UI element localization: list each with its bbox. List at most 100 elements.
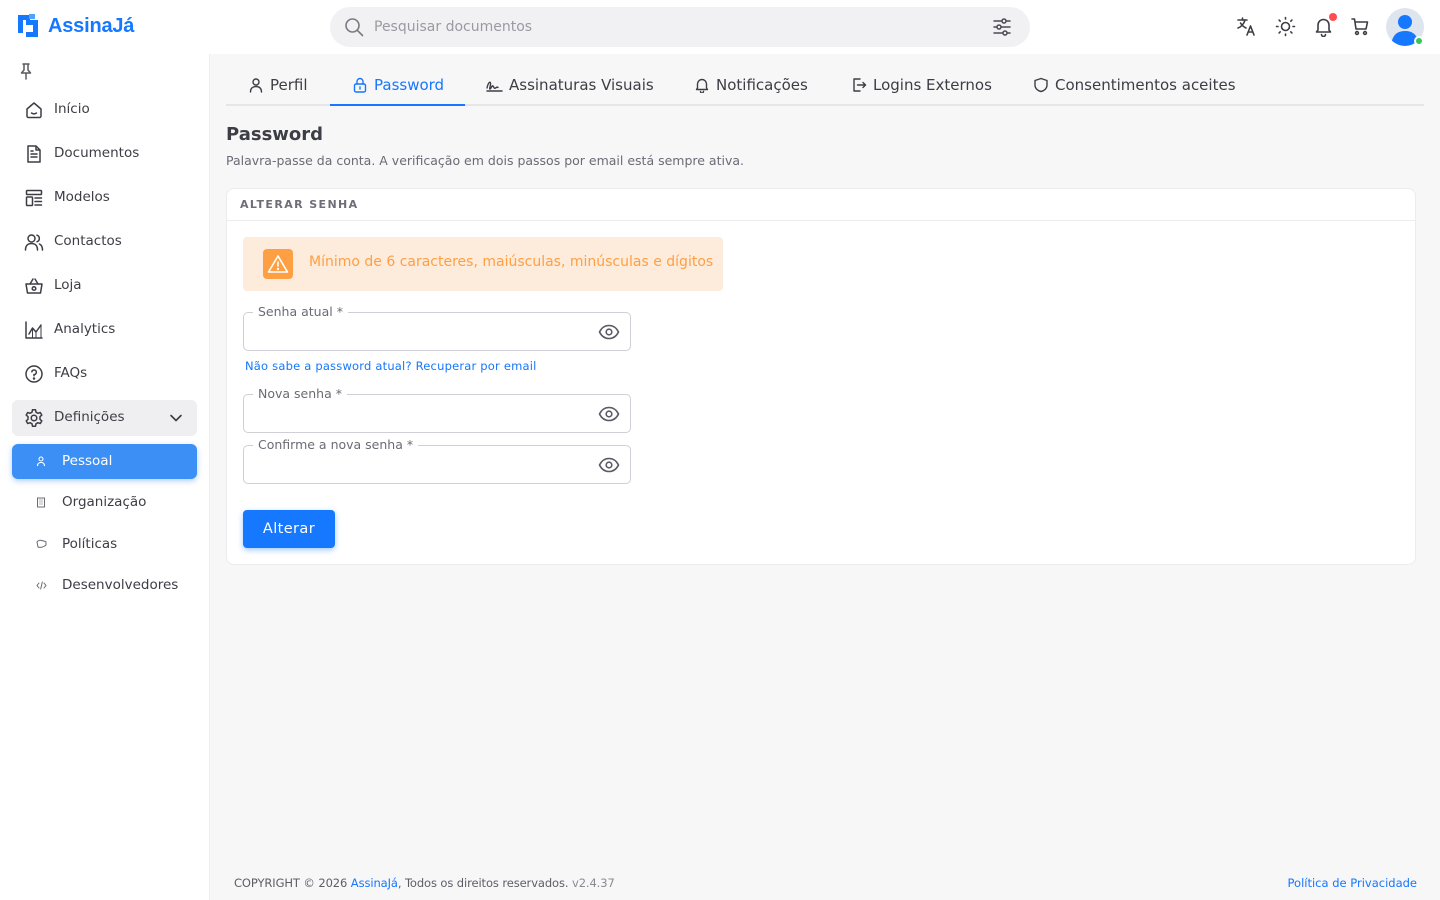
signature-icon xyxy=(486,81,503,92)
sidebar-item-inicio[interactable]: Início xyxy=(12,92,197,128)
chevron-down-icon xyxy=(170,414,182,422)
tab-label: Perfil xyxy=(270,76,308,94)
tab-label: Password xyxy=(374,76,445,94)
template-icon xyxy=(25,189,43,207)
filter-sliders-icon[interactable] xyxy=(992,17,1012,37)
sidebar-item-faqs[interactable]: FAQs xyxy=(12,356,197,392)
sidebar-item-modelos[interactable]: Modelos xyxy=(12,180,197,216)
footer-copyright: COPYRIGHT © 2026 AssinaJá, Todos os dire… xyxy=(234,876,615,890)
search-icon xyxy=(345,18,364,37)
sidebar-item-label: Início xyxy=(54,101,90,117)
brand-name: AssinaJá xyxy=(48,14,135,37)
eye-icon[interactable] xyxy=(598,323,620,341)
translate-button[interactable] xyxy=(1236,16,1257,37)
user-small-icon xyxy=(36,456,46,467)
document-icon xyxy=(27,145,41,163)
card-header: ALTERAR SENHA xyxy=(227,189,1415,221)
new-password-label: Nova senha * xyxy=(253,386,347,401)
shield-icon xyxy=(1034,77,1048,93)
sidebar-group-definicoes[interactable]: Definições xyxy=(12,400,197,436)
warning-icon-box xyxy=(263,249,293,279)
sidebar-subitem-desenvolvedores[interactable]: Desenvolvedores xyxy=(12,568,197,603)
tab-label: Assinaturas Visuais xyxy=(509,76,654,94)
sidebar: Início Documentos Modelos Contactos Loja… xyxy=(0,54,210,900)
tab-password[interactable]: Password xyxy=(352,66,444,104)
version-text: v2.4.37 xyxy=(571,876,615,890)
theme-toggle-button[interactable] xyxy=(1275,16,1296,37)
page-title: Password xyxy=(226,124,324,145)
sidebar-subitem-label: Pessoal xyxy=(62,453,113,469)
basket-icon xyxy=(25,278,43,294)
new-password-field: Nova senha * xyxy=(243,386,631,433)
current-password-field: Senha atual * xyxy=(243,304,631,351)
sidebar-subitem-label: Desenvolvedores xyxy=(62,577,179,593)
logo-icon xyxy=(18,14,38,37)
notification-badge xyxy=(1329,13,1337,21)
sun-icon xyxy=(1275,16,1296,37)
eye-icon[interactable] xyxy=(598,405,620,423)
current-password-input[interactable] xyxy=(256,321,586,343)
sidebar-item-analytics[interactable]: Analytics xyxy=(12,312,197,348)
users-icon xyxy=(24,234,44,251)
tab-consentimentos[interactable]: Consentimentos aceites xyxy=(1033,66,1236,104)
login-icon xyxy=(853,78,867,92)
notifications-button[interactable] xyxy=(1313,13,1337,37)
sidebar-item-label: Loja xyxy=(54,277,82,293)
warning-icon xyxy=(267,255,289,273)
password-requirements-alert: Mínimo de 6 caracteres, maiúsculas, minú… xyxy=(243,237,723,291)
sidebar-subitem-organizacao[interactable]: Organização xyxy=(12,485,197,520)
chart-icon xyxy=(25,321,43,339)
home-icon xyxy=(26,102,42,119)
tab-label: Consentimentos aceites xyxy=(1055,76,1236,94)
search-input[interactable] xyxy=(374,7,974,47)
copyright-prefix: COPYRIGHT © 2026 xyxy=(234,876,351,890)
sidebar-subitem-label: Políticas xyxy=(62,536,118,552)
footer-brand-link[interactable]: AssinaJá xyxy=(351,876,398,890)
cart-icon xyxy=(1351,18,1369,36)
eye-icon[interactable] xyxy=(598,456,620,474)
change-password-button[interactable]: Alterar xyxy=(243,510,335,548)
online-status-dot xyxy=(1414,36,1424,46)
sidebar-item-label: FAQs xyxy=(54,365,88,381)
lock-icon xyxy=(353,77,367,93)
change-password-card: ALTERAR SENHA Mínimo de 6 caracteres, ma… xyxy=(226,188,1416,565)
card-title: ALTERAR SENHA xyxy=(240,198,359,211)
translate-icon xyxy=(1237,17,1255,36)
top-header: AssinaJá xyxy=(0,0,1440,54)
tab-logins-externos[interactable]: Logins Externos xyxy=(851,66,992,104)
privacy-policy-link[interactable]: Política de Privacidade xyxy=(1288,876,1417,890)
policy-icon xyxy=(36,539,47,548)
sidebar-subitem-pessoal[interactable]: Pessoal xyxy=(12,444,197,479)
sidebar-item-contactos[interactable]: Contactos xyxy=(12,224,197,260)
tab-assinaturas-visuais[interactable]: Assinaturas Visuais xyxy=(486,66,654,104)
sidebar-item-loja[interactable]: Loja xyxy=(12,268,197,304)
sidebar-item-documentos[interactable]: Documentos xyxy=(12,136,197,172)
user-icon xyxy=(249,78,263,93)
tab-label: Notificações xyxy=(716,76,808,94)
bell-icon xyxy=(695,78,709,93)
pin-icon[interactable] xyxy=(18,62,34,80)
active-tab-indicator xyxy=(330,104,465,106)
current-password-label: Senha atual * xyxy=(253,304,348,319)
confirm-password-field: Confirme a nova senha * xyxy=(243,437,631,484)
settings-tabs: Perfil Password Assinaturas Visuais Noti… xyxy=(226,66,1424,106)
code-icon xyxy=(36,581,47,590)
brand-logo[interactable]: AssinaJá xyxy=(16,12,134,40)
recover-password-link[interactable]: Não sabe a password atual? Recuperar por… xyxy=(245,359,537,373)
alert-text: Mínimo de 6 caracteres, maiúsculas, minú… xyxy=(309,254,714,270)
sidebar-subitem-label: Organização xyxy=(62,494,147,510)
search-bar xyxy=(330,7,1030,47)
cart-button[interactable] xyxy=(1350,16,1371,37)
building-icon xyxy=(37,497,45,508)
sidebar-item-label: Contactos xyxy=(54,233,122,249)
help-icon xyxy=(25,365,43,383)
sidebar-group-label: Definições xyxy=(54,409,125,425)
tab-notificacoes[interactable]: Notificações xyxy=(694,66,808,104)
tab-perfil[interactable]: Perfil xyxy=(248,66,308,104)
new-password-input[interactable] xyxy=(256,403,586,425)
sidebar-item-label: Analytics xyxy=(54,321,116,337)
sidebar-subitem-politicas[interactable]: Políticas xyxy=(12,527,197,562)
confirm-password-input[interactable] xyxy=(256,454,586,476)
sidebar-item-label: Documentos xyxy=(54,145,140,161)
tab-label: Logins Externos xyxy=(873,76,992,94)
